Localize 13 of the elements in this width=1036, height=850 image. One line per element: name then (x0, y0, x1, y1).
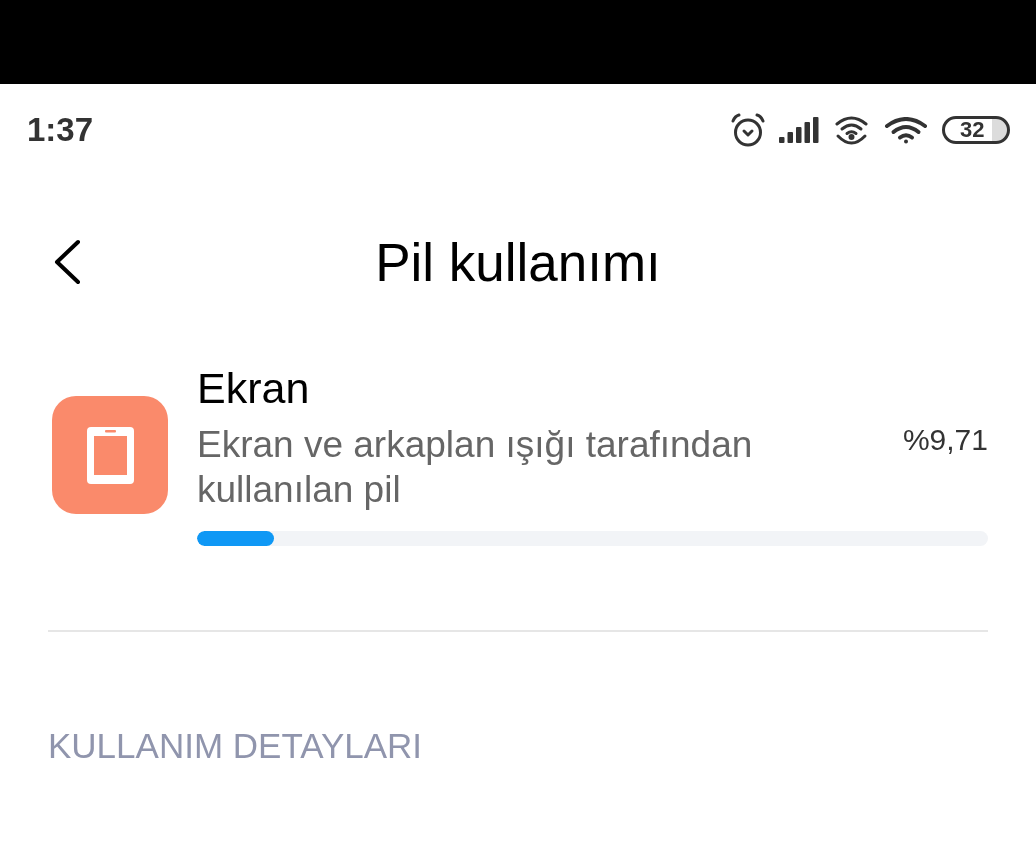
alarm-clock-icon (730, 113, 766, 147)
item-description: Ekran ve arkaplan ışığı tarafından kullanılan pil (197, 423, 754, 512)
status-time: 1:37 (27, 111, 94, 149)
battery-percentage: 32 (959, 119, 985, 141)
wifi-icon (884, 116, 928, 144)
back-chevron-icon (52, 239, 82, 285)
item-name: Ekran (197, 364, 310, 412)
signal-strength-icon (779, 117, 820, 143)
usage-percentage: %9,71 (902, 422, 988, 458)
hotspot-icon (835, 113, 868, 147)
tablet-icon (86, 426, 134, 484)
page-title: Pil kullanımı (375, 233, 661, 293)
section-heading: KULLANIM DETAYLARI (48, 726, 423, 766)
